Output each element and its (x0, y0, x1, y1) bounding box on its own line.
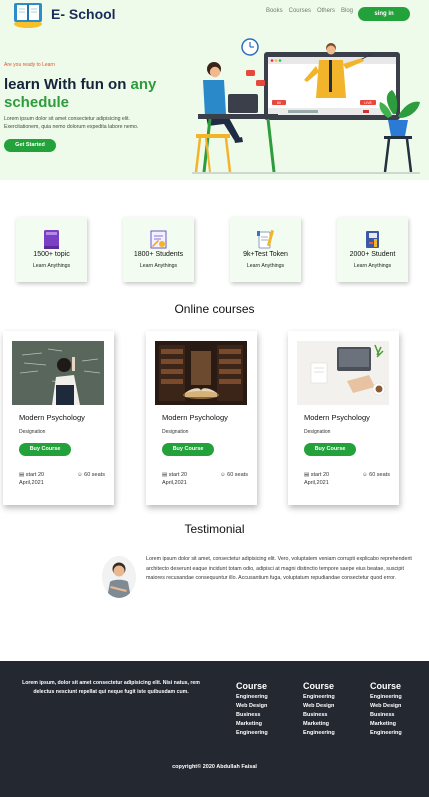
stat-card-topics: 1500+ topic Learn Anythings (16, 217, 87, 282)
certificate-icon (150, 230, 167, 249)
footer-link[interactable]: Business (370, 711, 402, 720)
footer-link[interactable]: Web Design (236, 702, 268, 711)
stat-label: Learn Anythings (32, 263, 71, 269)
course-designation: Designation (162, 429, 189, 435)
footer-link[interactable]: Engineering (370, 729, 402, 738)
stat-value: 9k+Test Token (243, 251, 288, 258)
calendar-icon: ▤ (19, 472, 25, 478)
footer-link[interactable]: Engineering (303, 693, 335, 702)
seats-text: 60 seats (369, 472, 390, 478)
course-seats: ☺ 60 seats (77, 471, 107, 479)
stat-card-graduates: 2000+ Student Learn Anythings (337, 217, 408, 282)
footer-link[interactable]: Business (303, 711, 335, 720)
stat-label: Learn Anythings (139, 263, 178, 269)
course-card[interactable]: Modern Psychology Designation Buy Course… (288, 331, 399, 505)
footer-link[interactable]: Web Design (370, 702, 402, 711)
clock-icon (241, 38, 259, 56)
hero-section: E- School Books Courses Others Blog sing… (0, 0, 429, 180)
course-seats: ☺ 60 seats (220, 471, 250, 479)
course-seats: ☺ 60 seats (362, 471, 392, 479)
buy-course-button[interactable]: Buy Course (304, 443, 356, 456)
hero-headline: learn With fun on any schedule (4, 76, 174, 112)
buy-course-button[interactable]: Buy Course (162, 443, 214, 456)
footer-about: Lorem ipsum, dolor sit amet consectetur … (22, 680, 200, 695)
main-nav: Books Courses Others Blog (266, 8, 353, 14)
nav-courses[interactable]: Courses (289, 8, 311, 14)
footer: Lorem ipsum, dolor sit amet consectetur … (0, 661, 429, 797)
course-card[interactable]: Modern Psychology Designation Buy Course… (146, 331, 257, 505)
users-icon: ☺ (362, 472, 368, 478)
footer-link[interactable]: Business (236, 711, 268, 720)
footer-link[interactable]: Web Design (303, 702, 335, 711)
footer-column: Course Engineering Web Design Business M… (370, 681, 402, 738)
signin-button[interactable]: sing in (358, 7, 410, 21)
users-icon: ☺ (220, 472, 226, 478)
token-icon (257, 230, 275, 249)
stat-value: 1500+ topic (33, 251, 70, 258)
logo-icon (14, 3, 42, 28)
seats-text: 60 seats (84, 472, 105, 478)
footer-heading: Course (370, 681, 402, 691)
hero-eyebrow: Are you ready to Learn (4, 62, 55, 68)
course-image-chalkboard (12, 341, 104, 405)
avatar (102, 556, 136, 598)
footer-column: Course Engineering Web Design Business M… (303, 681, 335, 738)
headline-text: learn With fun on (4, 76, 131, 93)
users-icon: ☺ (77, 472, 83, 478)
calendar-icon: ▤ (304, 472, 310, 478)
hero-illustration: 80 LIVE (192, 38, 420, 174)
stat-value: 1800+ Students (133, 251, 184, 258)
footer-heading: Course (236, 681, 268, 691)
screen-badge-right: LIVE (364, 101, 372, 105)
course-designation: Designation (19, 429, 46, 435)
course-image-library (155, 341, 247, 405)
copyright: copyright© 2020 Abdullah Faisal (172, 764, 257, 770)
stat-value: 2000+ Student (349, 251, 396, 258)
courses-title: Online courses (174, 302, 255, 316)
notebook-icon (366, 231, 379, 248)
seats-text: 60 seats (227, 472, 248, 478)
brand-name[interactable]: E- School (51, 6, 116, 22)
footer-column: Course Engineering Web Design Business M… (236, 681, 268, 738)
nav-blog[interactable]: Blog (341, 8, 353, 14)
footer-link[interactable]: Engineering (236, 729, 268, 738)
calendar-icon: ▤ (162, 472, 168, 478)
course-title[interactable]: Modern Psychology (304, 413, 370, 422)
course-title[interactable]: Modern Psychology (162, 413, 228, 422)
stat-label: Learn Anythings (246, 263, 285, 269)
nav-books[interactable]: Books (266, 8, 283, 14)
footer-link[interactable]: Marketing (303, 720, 335, 729)
course-image-desk (297, 341, 389, 405)
stat-card-tokens: 9k+Test Token Learn Anythings (230, 217, 301, 282)
stat-label: Learn Anythings (353, 263, 392, 269)
testimonial-title: Testimonial (184, 522, 245, 536)
course-start-date: ▤ start 20 April,2021 (19, 471, 67, 487)
footer-link[interactable]: Engineering (236, 693, 268, 702)
course-start-date: ▤ start 20 April,2021 (162, 471, 210, 487)
course-card[interactable]: Modern Psychology Designation Buy Course… (3, 331, 114, 505)
book-icon (44, 230, 59, 249)
footer-link[interactable]: Engineering (370, 693, 402, 702)
footer-link[interactable]: Engineering (303, 729, 335, 738)
screen-badge-left: 80 (277, 101, 281, 105)
course-start-date: ▤ start 20 April,2021 (304, 471, 352, 487)
buy-course-button[interactable]: Buy Course (19, 443, 71, 456)
course-designation: Designation (304, 429, 331, 435)
course-title[interactable]: Modern Psychology (19, 413, 85, 422)
testimonial-text: Lorem ipsum dolor sit amet, consectetur … (146, 556, 412, 581)
stat-card-students: 1800+ Students Learn Anythings (123, 217, 194, 282)
nav-others[interactable]: Others (317, 8, 335, 14)
hero-description: Lorem ipsum dolor sit amet consectetur a… (4, 116, 139, 130)
footer-link[interactable]: Marketing (236, 720, 268, 729)
footer-link[interactable]: Marketing (370, 720, 402, 729)
get-started-button[interactable]: Get Started (4, 139, 56, 152)
footer-heading: Course (303, 681, 335, 691)
